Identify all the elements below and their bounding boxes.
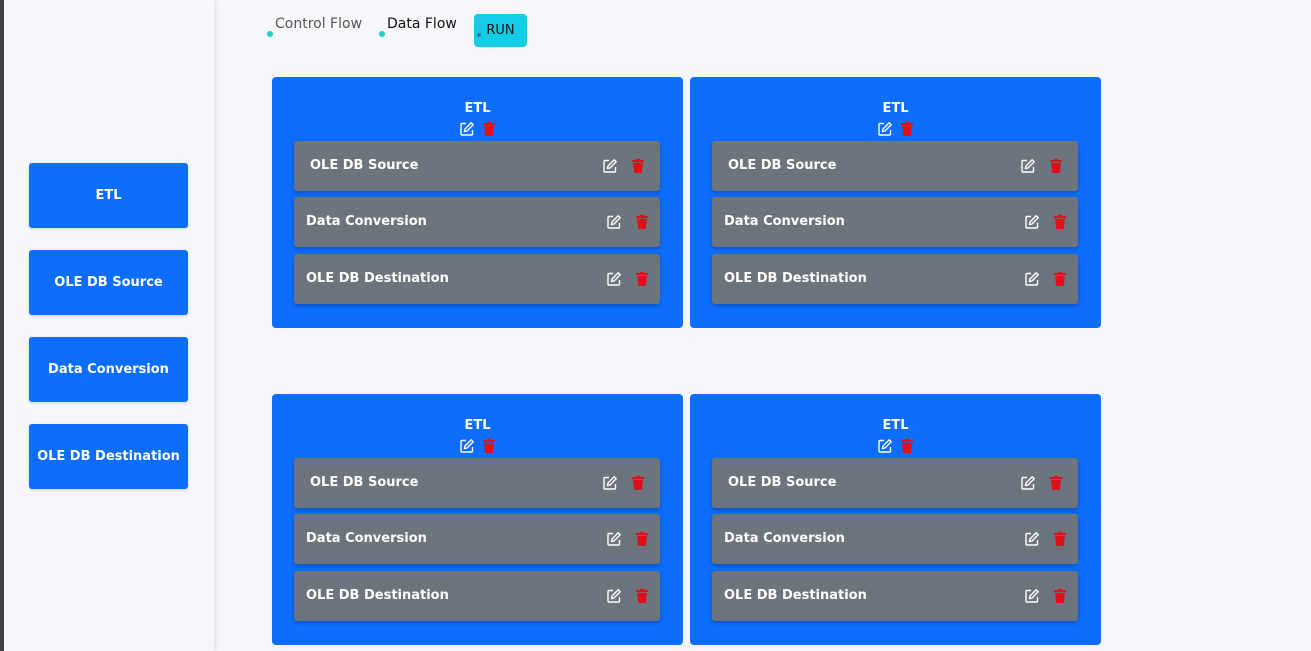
- palette-item-data-conversion[interactable]: Data Conversion: [29, 337, 188, 402]
- trash-icon[interactable]: [481, 438, 497, 454]
- trash-icon[interactable]: [481, 121, 497, 137]
- edit-icon[interactable]: [1020, 475, 1036, 491]
- component-ole-db-source[interactable]: OLE DB Source: [294, 458, 660, 508]
- component-label: Data Conversion: [306, 531, 427, 546]
- trash-icon[interactable]: [899, 438, 915, 454]
- trash-icon[interactable]: [899, 121, 915, 137]
- component-data-conversion[interactable]: Data Conversion: [712, 197, 1078, 247]
- etl-title: ETL: [464, 418, 491, 433]
- component-ole-db-destination[interactable]: OLE DB Destination: [712, 571, 1078, 621]
- tab-control-flow[interactable]: Control Flow: [267, 16, 363, 37]
- etl-task[interactable]: ETL OLE DB Source Data Conversion OLE DB…: [272, 394, 683, 645]
- tab-indicator-dot: [379, 31, 385, 37]
- etl-title: ETL: [882, 101, 909, 116]
- edit-icon[interactable]: [602, 158, 618, 174]
- etl-title: ETL: [882, 418, 909, 433]
- trash-icon[interactable]: [634, 588, 650, 604]
- trash-icon[interactable]: [634, 271, 650, 287]
- palette-item-ole-db-source[interactable]: OLE DB Source: [29, 250, 188, 315]
- edit-icon[interactable]: [1024, 531, 1040, 547]
- trash-icon[interactable]: [630, 475, 646, 491]
- trash-icon[interactable]: [1048, 475, 1064, 491]
- component-label: Data Conversion: [306, 214, 427, 229]
- component-ole-db-destination[interactable]: OLE DB Destination: [294, 254, 660, 304]
- component-label: OLE DB Destination: [306, 271, 449, 286]
- edit-icon[interactable]: [1020, 158, 1036, 174]
- component-data-conversion[interactable]: Data Conversion: [294, 197, 660, 247]
- component-label: OLE DB Destination: [724, 588, 867, 603]
- etl-title: ETL: [464, 101, 491, 116]
- etl-task[interactable]: ETL OLE DB Source Data Conversion OLE DB…: [690, 77, 1101, 328]
- trash-icon[interactable]: [634, 214, 650, 230]
- component-label: OLE DB Destination: [724, 271, 867, 286]
- trash-icon[interactable]: [630, 158, 646, 174]
- component-label: OLE DB Destination: [306, 588, 449, 603]
- edit-icon[interactable]: [602, 475, 618, 491]
- edit-icon[interactable]: [877, 438, 893, 454]
- component-label: Data Conversion: [724, 214, 845, 229]
- edit-icon[interactable]: [459, 438, 475, 454]
- component-label: OLE DB Source: [310, 475, 419, 490]
- etl-task[interactable]: ETL OLE DB Source Data Conversion OLE DB…: [272, 77, 683, 328]
- tab-label: Control Flow: [275, 16, 363, 32]
- trash-icon[interactable]: [634, 531, 650, 547]
- etl-task[interactable]: ETL OLE DB Source Data Conversion OLE DB…: [690, 394, 1101, 645]
- palette-item-etl[interactable]: ETL: [29, 163, 188, 228]
- component-ole-db-destination[interactable]: OLE DB Destination: [294, 571, 660, 621]
- edit-icon[interactable]: [1024, 588, 1040, 604]
- run-indicator-dot: [477, 33, 481, 37]
- trash-icon[interactable]: [1052, 588, 1068, 604]
- component-label: OLE DB Source: [728, 475, 837, 490]
- tab-indicator-dot: [267, 31, 273, 37]
- palette-item-ole-db-destination[interactable]: OLE DB Destination: [29, 424, 188, 489]
- tab-data-flow[interactable]: Data Flow: [379, 16, 457, 37]
- edit-icon[interactable]: [606, 271, 622, 287]
- edit-icon[interactable]: [606, 531, 622, 547]
- top-toolbar: Control Flow Data Flow RUN: [258, 0, 1311, 57]
- component-palette: ETL OLE DB Source Data Conversion OLE DB…: [4, 0, 214, 651]
- edit-icon[interactable]: [606, 588, 622, 604]
- edit-icon[interactable]: [1024, 271, 1040, 287]
- trash-icon[interactable]: [1052, 214, 1068, 230]
- tab-label: Data Flow: [387, 16, 457, 32]
- edit-icon[interactable]: [1024, 214, 1040, 230]
- component-ole-db-source[interactable]: OLE DB Source: [712, 458, 1078, 508]
- edit-icon[interactable]: [606, 214, 622, 230]
- component-label: OLE DB Source: [310, 158, 419, 173]
- run-button-label: RUN: [486, 23, 515, 38]
- component-data-conversion[interactable]: Data Conversion: [294, 514, 660, 564]
- trash-icon[interactable]: [1052, 531, 1068, 547]
- run-button[interactable]: RUN: [474, 14, 527, 47]
- trash-icon[interactable]: [1052, 271, 1068, 287]
- edit-icon[interactable]: [877, 121, 893, 137]
- trash-icon[interactable]: [1048, 158, 1064, 174]
- component-ole-db-source[interactable]: OLE DB Source: [294, 141, 660, 191]
- component-ole-db-destination[interactable]: OLE DB Destination: [712, 254, 1078, 304]
- component-label: OLE DB Source: [728, 158, 837, 173]
- edit-icon[interactable]: [459, 121, 475, 137]
- component-ole-db-source[interactable]: OLE DB Source: [712, 141, 1078, 191]
- component-data-conversion[interactable]: Data Conversion: [712, 514, 1078, 564]
- component-label: Data Conversion: [724, 531, 845, 546]
